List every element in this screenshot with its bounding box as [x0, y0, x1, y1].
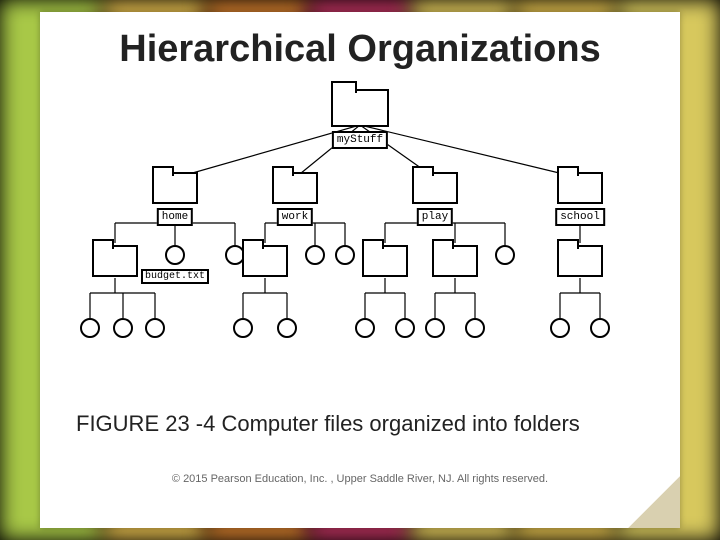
- folder-label: school: [555, 208, 605, 226]
- file-icon: [165, 245, 185, 265]
- file-icon: [233, 318, 253, 338]
- folder-label: myStuff: [332, 131, 388, 149]
- file-icon: [335, 245, 355, 265]
- file-icon: [80, 318, 100, 338]
- folder-child: [242, 245, 288, 277]
- file-child: [80, 318, 100, 338]
- file-child: [550, 318, 570, 338]
- folder-label: work: [277, 208, 313, 226]
- file-icon: [395, 318, 415, 338]
- folder-icon: school: [557, 172, 603, 204]
- folder-school: school: [557, 172, 603, 204]
- folder-icon: [92, 245, 138, 277]
- file-child: [145, 318, 165, 338]
- copyright-text: © 2015 Pearson Education, Inc. , Upper S…: [40, 473, 680, 485]
- folder-root: myStuff: [331, 89, 389, 127]
- file-child: [590, 318, 610, 338]
- file-icon: [465, 318, 485, 338]
- file-icon: [550, 318, 570, 338]
- figure-caption: FIGURE 23 -4 Computer files organized in…: [76, 411, 644, 437]
- file-child: [495, 245, 515, 265]
- file-child: [305, 245, 325, 265]
- folder-icon: [432, 245, 478, 277]
- slide-title: Hierarchical Organizations: [40, 28, 680, 71]
- file-child: [335, 245, 355, 265]
- file-icon: [590, 318, 610, 338]
- folder-work: work: [272, 172, 318, 204]
- folder-icon: [242, 245, 288, 277]
- file-child: [425, 318, 445, 338]
- file-child: [465, 318, 485, 338]
- tree-figure: myStuff home work play school: [75, 83, 645, 363]
- file-icon: [425, 318, 445, 338]
- folder-child: [92, 245, 138, 277]
- folder-child: [362, 245, 408, 277]
- folder-icon: work: [272, 172, 318, 204]
- folder-home: home: [152, 172, 198, 204]
- file-budget: budget.txt: [165, 245, 185, 265]
- folder-child: [432, 245, 478, 277]
- file-child: [233, 318, 253, 338]
- folder-child: [557, 245, 603, 277]
- folder-play: play: [412, 172, 458, 204]
- file-child: [395, 318, 415, 338]
- file-child: [277, 318, 297, 338]
- file-icon: [305, 245, 325, 265]
- folder-icon: myStuff: [331, 89, 389, 127]
- folder-icon: home: [152, 172, 198, 204]
- file-label: budget.txt: [141, 269, 209, 284]
- file-child: [355, 318, 375, 338]
- folder-icon: play: [412, 172, 458, 204]
- folder-icon: [362, 245, 408, 277]
- file-icon: [355, 318, 375, 338]
- slide: Hierarchical Organizations: [40, 12, 680, 528]
- file-child: [113, 318, 133, 338]
- file-icon: [495, 245, 515, 265]
- folder-label: home: [157, 208, 193, 226]
- folder-label: play: [417, 208, 453, 226]
- file-icon: [145, 318, 165, 338]
- file-icon: [277, 318, 297, 338]
- file-icon: [113, 318, 133, 338]
- folder-icon: [557, 245, 603, 277]
